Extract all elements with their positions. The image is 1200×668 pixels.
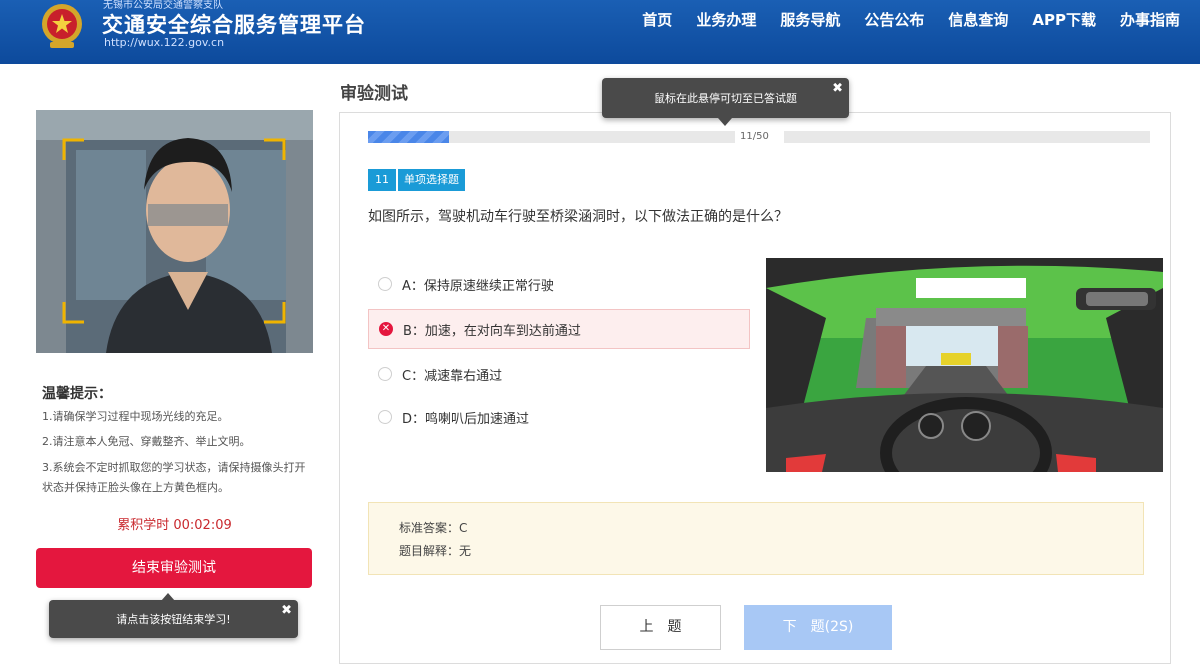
nav-business[interactable]: 业务办理 [684, 10, 768, 30]
nav-app-download[interactable]: APP下载 [1020, 10, 1108, 30]
tooltip-arrow [161, 593, 175, 601]
site-header: 无锡市公安局交通警察支队 交通安全综合服务管理平台 http://wux.122… [0, 0, 1200, 64]
webcam-feed [36, 110, 313, 353]
option-a[interactable]: A：保持原速继续正常行驶 [368, 264, 750, 304]
close-icon[interactable]: ✖ [832, 81, 843, 96]
tip-item: 3.系统会不定时抓取您的学习状态，请保持摄像头打开状态并保持正脸头像在上方黄色框… [42, 461, 306, 494]
question-number-badge: 11 [368, 169, 396, 191]
option-d[interactable]: D：鸣喇叭后加速通过 [368, 397, 750, 437]
progress-fill [368, 131, 449, 143]
site-title: 交通安全综合服务管理平台 [102, 13, 366, 37]
nav-service-guide[interactable]: 服务导航 [768, 10, 852, 30]
police-emblem-icon [42, 4, 82, 48]
standard-answer: 标准答案：C [399, 521, 468, 535]
tooltip-text: 请点击该按钮结束学习! [116, 613, 231, 626]
answer-explanation-box: 标准答案：C 题目解释：无 [368, 502, 1144, 575]
option-label: B：加速，在对向车到达前通过 [403, 323, 581, 339]
question-badges: 11 单项选择题 [368, 169, 465, 191]
question-illustration [766, 258, 1163, 472]
tips-title: 温馨提示： [42, 386, 112, 402]
site-url: http://wux.122.gov.cn [104, 36, 225, 49]
progress-text: 11/50 [740, 131, 769, 142]
end-test-button[interactable]: 结束审验测试 [36, 548, 312, 588]
next-question-button[interactable]: 下 题(2S) [744, 605, 892, 650]
driving-scene-image [766, 258, 1163, 472]
tooltip-arrow [718, 118, 732, 126]
option-b[interactable]: ✕ B：加速，在对向车到达前通过 [368, 309, 750, 349]
nav-info-query[interactable]: 信息查询 [936, 10, 1020, 30]
close-icon[interactable]: ✖ [281, 603, 292, 618]
wrong-x-icon: ✕ [379, 322, 393, 336]
study-time: 累积学时 00:02:09 [117, 518, 232, 533]
option-label: A：保持原速继续正常行驶 [402, 278, 554, 294]
nav-home[interactable]: 首页 [630, 10, 684, 30]
question-type-badge: 单项选择题 [398, 169, 465, 191]
radio-icon [378, 367, 392, 381]
question-text: 如图所示，驾驶机动车行驶至桥梁涵洞时，以下做法正确的是什么？ [368, 209, 788, 225]
option-label: D：鸣喇叭后加速通过 [402, 411, 530, 427]
page-title: 审验测试 [340, 84, 408, 104]
answered-tooltip: 鼠标在此悬停可切至已答试题 ✖ [602, 78, 849, 126]
radio-icon [378, 410, 392, 424]
option-c[interactable]: C：减速靠右通过 [368, 354, 750, 394]
end-button-tooltip: 请点击该按钮结束学习! ✖ [49, 593, 298, 638]
previous-question-button[interactable]: 上 题 [600, 605, 721, 650]
nav-guide[interactable]: 办事指南 [1108, 10, 1192, 30]
radio-icon [378, 277, 392, 291]
progress-track-right [784, 131, 1150, 143]
tip-item: 2.请注意本人免冠、穿戴整齐、举止文明。 [42, 435, 251, 448]
tip-item: 1.请确保学习过程中现场光线的充足。 [42, 410, 229, 423]
answer-explanation: 题目解释：无 [399, 544, 472, 558]
face-frame-guide [62, 138, 286, 324]
tooltip-text: 鼠标在此悬停可切至已答试题 [654, 92, 797, 105]
main-nav: 首页 业务办理 服务导航 公告公布 信息查询 APP下载 办事指南 [630, 10, 1192, 30]
progress-bar[interactable] [368, 131, 735, 143]
option-label: C：减速靠右通过 [402, 368, 503, 384]
nav-announcements[interactable]: 公告公布 [852, 10, 936, 30]
